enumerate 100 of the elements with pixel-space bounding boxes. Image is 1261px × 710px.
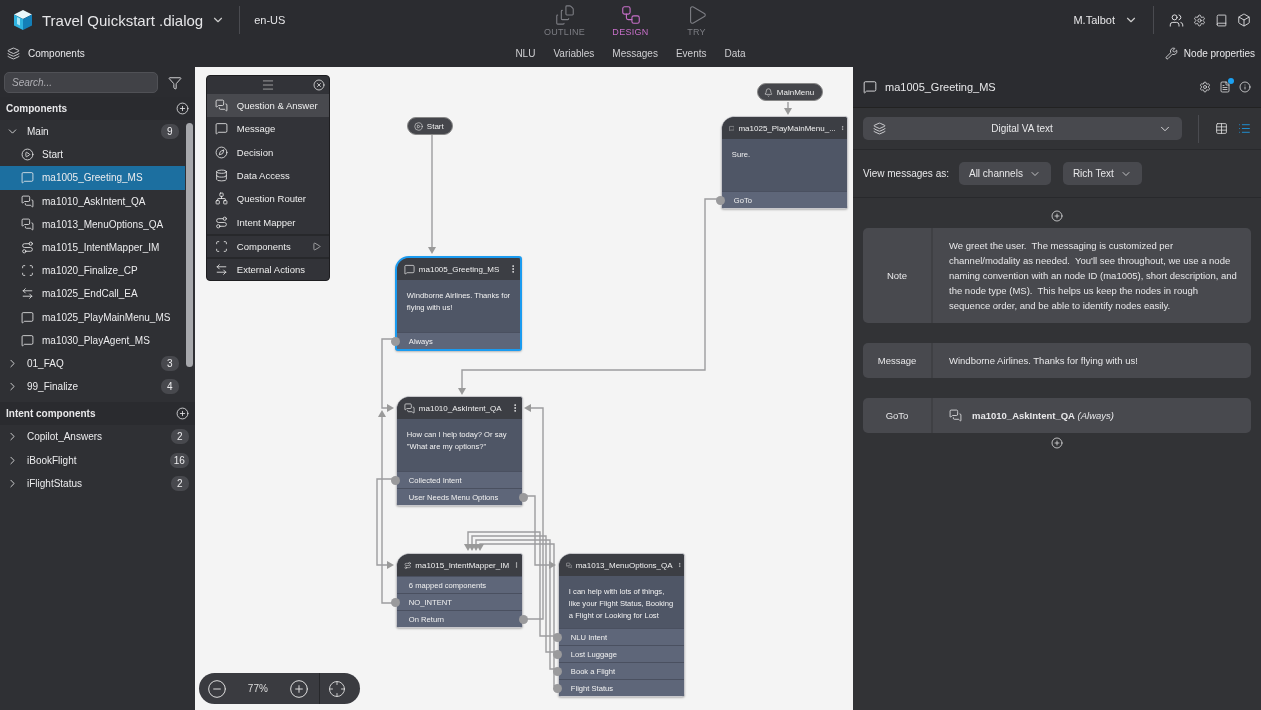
- settings-icon[interactable]: [1199, 81, 1211, 93]
- add-icon[interactable]: [175, 102, 189, 115]
- section-title: Components: [6, 103, 68, 114]
- layers-icon: [7, 47, 20, 60]
- palette-item[interactable]: Message: [206, 117, 329, 141]
- compass-icon: [214, 145, 228, 159]
- network-icon: [214, 192, 228, 206]
- node-title: ma1015_IntentMapper_IM: [415, 560, 510, 570]
- view-dropdown[interactable]: All channels: [958, 162, 1051, 185]
- add-icon[interactable]: [1051, 210, 1063, 222]
- cube-icon[interactable]: [1237, 13, 1251, 27]
- zoom-level: 77%: [246, 683, 269, 694]
- port-dot[interactable]: [552, 667, 562, 676]
- locale-label[interactable]: en-US: [254, 14, 286, 26]
- chat-bubbles-icon: [21, 217, 34, 231]
- tree-group[interactable]: 99_Finalize 4: [0, 375, 185, 399]
- tree-group[interactable]: iBookFlight 16: [0, 448, 195, 472]
- panel-title: Components: [28, 48, 85, 59]
- settings-icon[interactable]: [1193, 13, 1206, 27]
- filter-icon[interactable]: [168, 75, 182, 90]
- port-dot[interactable]: [390, 598, 400, 607]
- flowchart-icon: [619, 3, 642, 26]
- item-count: 2: [170, 429, 189, 445]
- tree-item[interactable]: Start: [0, 143, 185, 167]
- frame-icon: [214, 239, 228, 253]
- play-icon: [413, 121, 423, 131]
- book-icon[interactable]: [1215, 13, 1228, 27]
- speech-bubble-icon: [21, 171, 34, 185]
- list-view-icon[interactable]: [1238, 122, 1251, 135]
- add-icon[interactable]: [175, 407, 189, 421]
- tree-group[interactable]: Copilot_Answers 2: [0, 425, 195, 449]
- tree-item[interactable]: ma1025_EndCall_EA: [0, 282, 185, 306]
- tree-item[interactable]: ma1025_PlayMainMenu_MS: [0, 305, 185, 329]
- nav-tab[interactable]: Events: [675, 48, 707, 59]
- tree-item[interactable]: ma1015_IntentMapper_IM: [0, 235, 185, 260]
- file-title[interactable]: Travel Quickstart .dialog: [42, 11, 204, 29]
- flow-node[interactable]: Start: [406, 117, 453, 135]
- tree-group[interactable]: iFlightStatus 2: [0, 471, 195, 495]
- nav-tab[interactable]: Messages: [612, 48, 658, 59]
- scrollbar-thumb[interactable]: [186, 123, 194, 367]
- tree-item[interactable]: ma1005_Greeting_MS: [0, 166, 185, 190]
- channel-select[interactable]: Digital VA text: [863, 117, 1182, 140]
- info-icon[interactable]: [1239, 81, 1251, 93]
- nav-tab[interactable]: Data: [724, 48, 746, 59]
- palette-item[interactable]: External Actions: [206, 257, 329, 281]
- nav-tab[interactable]: NLU: [515, 48, 536, 59]
- mode-tab[interactable]: DESIGN: [608, 3, 653, 37]
- item-count: 2: [170, 475, 189, 491]
- palette-item[interactable]: Question Router: [206, 187, 329, 211]
- view-label: View messages as:: [863, 168, 949, 179]
- item-count: 9: [160, 124, 179, 140]
- tree-item[interactable]: ma1010_AskIntent_QA: [0, 189, 185, 213]
- palette-item[interactable]: Data Access: [206, 163, 329, 188]
- port-dot[interactable]: [390, 337, 400, 346]
- speech-bubble-icon: [21, 310, 34, 324]
- zoom-in-icon[interactable]: [288, 678, 309, 699]
- user-name[interactable]: M.Talbot: [1073, 14, 1115, 26]
- node-title: ma1005_Greeting_MS: [885, 81, 997, 93]
- more-icon[interactable]: [513, 560, 520, 570]
- port-dot[interactable]: [552, 633, 562, 642]
- table-view-icon[interactable]: [1215, 122, 1228, 135]
- tree-group[interactable]: 01_FAQ 3: [0, 351, 185, 376]
- close-icon[interactable]: [312, 79, 325, 91]
- flow-node[interactable]: MainMenu: [756, 83, 824, 101]
- port-dot[interactable]: [552, 650, 562, 659]
- palette-item[interactable]: Intent Mapper: [206, 210, 329, 234]
- users-icon[interactable]: [1169, 12, 1184, 28]
- bell-icon: [763, 87, 773, 97]
- crosshair-icon[interactable]: [327, 679, 346, 698]
- route-icon: [214, 215, 228, 229]
- property-value: We greet the user. The messaging is customized per channel/modality as needed. You'll see throughout, we use a node naming convention with an node ID (ma1005), short description, and the node type (MS). This helps us keep the nodes in rough sequence order, and be able to identify nodes easily.: [949, 239, 1238, 313]
- tree-item[interactable]: ma1030_PlayAgent_MS: [0, 328, 185, 352]
- port-dot[interactable]: [518, 493, 528, 502]
- speech-bubble-icon: [403, 263, 415, 275]
- port-dot[interactable]: [552, 684, 562, 693]
- port-dot[interactable]: [518, 615, 528, 624]
- view-dropdown[interactable]: Rich Text: [1062, 162, 1142, 185]
- port-dot[interactable]: [390, 476, 400, 485]
- tree-item[interactable]: ma1013_MenuOptions_QA: [0, 212, 185, 236]
- section-title: Intent components: [6, 408, 96, 420]
- add-icon[interactable]: [1051, 437, 1063, 449]
- document-icon[interactable]: [1219, 81, 1231, 93]
- chat-bubbles-icon: [565, 559, 572, 571]
- nav-tab[interactable]: Variables: [553, 48, 595, 59]
- property-value[interactable]: ma1010_AskIntent_QA (Always): [972, 408, 1115, 423]
- palette-item[interactable]: Question & Answer: [206, 94, 329, 118]
- palette-item[interactable]: Components: [206, 233, 329, 258]
- chat-bubbles-icon: [403, 402, 415, 414]
- node-title: ma1010_AskIntent_QA: [418, 403, 503, 413]
- submenu-arrow-icon: [311, 241, 321, 251]
- tree-item[interactable]: ma1020_Finalize_CP: [0, 259, 185, 283]
- item-count: 16: [169, 452, 189, 468]
- menu-icon[interactable]: [260, 78, 275, 92]
- tree-group[interactable]: Main 9: [0, 120, 185, 144]
- swap-arrows-icon: [21, 287, 34, 301]
- chat-bubbles-icon: [21, 194, 34, 208]
- port-dot[interactable]: [715, 196, 725, 205]
- zoom-out-icon[interactable]: [206, 678, 227, 699]
- search-field[interactable]: Search...: [4, 72, 158, 93]
- palette-item[interactable]: Decision: [206, 140, 329, 164]
